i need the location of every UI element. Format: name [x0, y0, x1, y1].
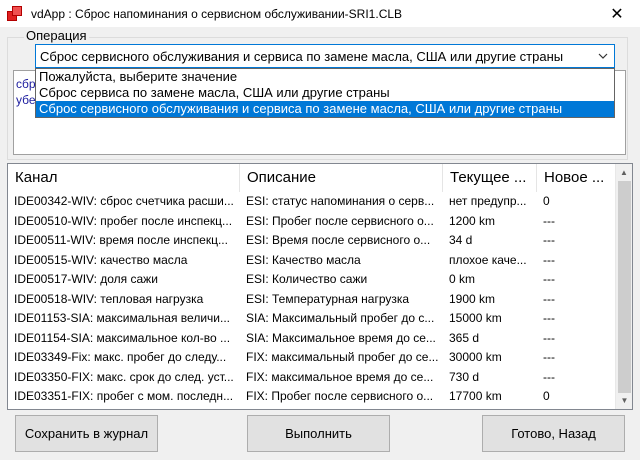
scroll-down-icon[interactable]: ▼ [616, 392, 632, 409]
close-button[interactable]: ✕ [594, 0, 640, 27]
table-row[interactable]: IDE01154-SIA: максимальное кол-во ... SIA… [8, 329, 618, 349]
table-row[interactable]: IDE00342-WIV: сброс счетчика расши... ESI… [8, 192, 618, 212]
table-cell: IDE00510-WIV: пробег после инспекц... [14, 213, 233, 228]
table-cell: IDE03350-FIX: макс. срок до след. уст... [14, 369, 234, 384]
table-row[interactable]: IDE00518-WIV: тепловая нагрузка ESI: Темп… [8, 290, 618, 310]
table-cell: 0 km [449, 272, 476, 286]
table-cell: IDE00511-WIV: время после инспекц... [14, 233, 228, 247]
table-cell: 0 [537, 407, 618, 410]
table-cell: нет предупр... [449, 194, 527, 208]
table-cell: --- [543, 272, 555, 286]
table-cell: --- [543, 213, 555, 228]
table-cell: IDE00515-WIV: качество масла [14, 252, 188, 267]
table-cell: --- [543, 350, 555, 364]
table-cell: IDE03352-FIX: ... [8, 407, 240, 410]
table-cell: ESI: Пробег после сервисного о... [246, 213, 434, 228]
table-cell: ESI: Время после сервисного о... [246, 233, 431, 247]
table-cell: ESI: Температурная нагрузка [246, 291, 410, 306]
table-cell: FIX: Пробег после сервисного о... [246, 389, 434, 403]
column-header-new[interactable]: Новое ... [537, 164, 618, 192]
table-cell: ESI: Количество сажи [246, 272, 368, 286]
table-cell: ESI: Качество масла [246, 252, 361, 267]
table-cell: плохое каче... [449, 252, 527, 267]
column-header-description[interactable]: Описание [240, 164, 443, 192]
table-cell: 0 [543, 389, 550, 403]
channels-table: Канал Описание Текущее ... Новое ... IDE… [7, 163, 633, 410]
table-cell: IDE00518-WIV: тепловая нагрузка [14, 291, 204, 306]
done-back-button[interactable]: Готово, Назад [482, 415, 625, 452]
table-cell: 737 d [443, 407, 537, 410]
table-row[interactable]: IDE01153-SIA: максимальная величи... SIA:… [8, 309, 618, 329]
operation-group-label: Операция [24, 28, 89, 43]
operation-dropdown-list: Пожалуйста, выберите значение Сброс серв… [35, 68, 615, 118]
table-row[interactable]: IDE03350-FIX: макс. срок до след. уст...… [8, 368, 618, 388]
table-cell: SIA: Максимальное время до се... [246, 330, 436, 345]
table-row[interactable]: IDE00511-WIV: время после инспекц... ESI:… [8, 231, 618, 251]
table-cell: --- [543, 330, 555, 345]
table-cell: 30000 km [449, 350, 502, 364]
table-cell: --- [543, 233, 555, 247]
table-cell: IDE01153-SIA: максимальная величи... [14, 311, 230, 325]
operation-select[interactable]: Сброс сервисного обслуживания и сервиса … [35, 44, 615, 68]
table-cell: 1900 km [449, 291, 496, 306]
vertical-scrollbar[interactable]: ▲ ▼ [615, 164, 632, 409]
table-cell: IDE01154-SIA: максимальное кол-во ... [14, 330, 231, 345]
scrollbar-thumb[interactable] [618, 181, 631, 393]
execute-button[interactable]: Выполнить [247, 415, 390, 452]
title-bar: vdApp : Сброс напоминания о сервисном об… [0, 0, 640, 27]
scroll-up-icon[interactable]: ▲ [616, 164, 632, 181]
table-cell: IDE00342-WIV: сброс счетчика расши... [14, 194, 234, 208]
table-cell: SIA: Максимальный пробег до с... [246, 311, 435, 325]
table-cell: 365 d [449, 330, 480, 345]
table-body: IDE00342-WIV: сброс счетчика расши... ESI… [8, 192, 618, 410]
table-cell: IDE03349-Fix: макс. пробег до следу... [14, 350, 227, 364]
table-header: Канал Описание Текущее ... Новое ... [8, 164, 618, 192]
table-cell: FIX: максимальный пробег до се... [246, 350, 439, 364]
table-cell: IDE00517-WIV: доля сажи [14, 272, 158, 286]
table-cell: FIX: максимальное время до се... [246, 369, 434, 384]
table-cell: 15000 km [449, 311, 502, 325]
table-cell: --- [543, 311, 555, 325]
table-row[interactable]: IDE03351-FIX: пробег с мом. последн... FI… [8, 387, 618, 407]
dropdown-option[interactable]: Пожалуйста, выберите значение [36, 69, 614, 85]
table-cell: 1200 km [449, 213, 496, 228]
dropdown-option-selected[interactable]: Сброс сервисного обслуживания и сервиса … [36, 101, 614, 117]
table-cell: ESI: статус напоминания о серв... [246, 194, 435, 208]
operation-description-text: сбр убе [16, 77, 36, 107]
table-cell: --- [543, 252, 555, 267]
table-cell: IDE03351-FIX: пробег с мом. последн... [14, 389, 234, 403]
table-cell: 17700 km [449, 389, 502, 403]
table-row[interactable]: IDE03352-FIX: ...FIX: ...737 d0 [8, 407, 618, 410]
app-icon [7, 5, 23, 22]
table-row[interactable]: IDE00510-WIV: пробег после инспекц... ESI… [8, 212, 618, 232]
table-row[interactable]: IDE00517-WIV: доля сажи ESI: Количество с… [8, 270, 618, 290]
table-cell: 0 [543, 194, 550, 208]
chevron-down-icon[interactable] [592, 50, 614, 62]
table-cell: --- [543, 291, 555, 306]
table-cell: 34 d [449, 233, 473, 247]
table-row[interactable]: IDE03349-Fix: макс. пробег до следу... FI… [8, 348, 618, 368]
window-title: vdApp : Сброс напоминания о сервисном об… [31, 6, 403, 21]
table-row[interactable]: IDE00515-WIV: качество масла ESI: Качеств… [8, 251, 618, 271]
save-log-button[interactable]: Сохранить в журнал [15, 415, 158, 452]
column-header-current[interactable]: Текущее ... [443, 164, 537, 192]
table-cell: 730 d [449, 369, 480, 384]
table-cell: --- [543, 369, 555, 384]
dropdown-option[interactable]: Сброс сервиса по замене масла, США или д… [36, 85, 614, 101]
column-header-channel[interactable]: Канал [8, 164, 240, 192]
operation-select-value: Сброс сервисного обслуживания и сервиса … [40, 48, 564, 64]
table-cell: FIX: ... [240, 407, 443, 410]
